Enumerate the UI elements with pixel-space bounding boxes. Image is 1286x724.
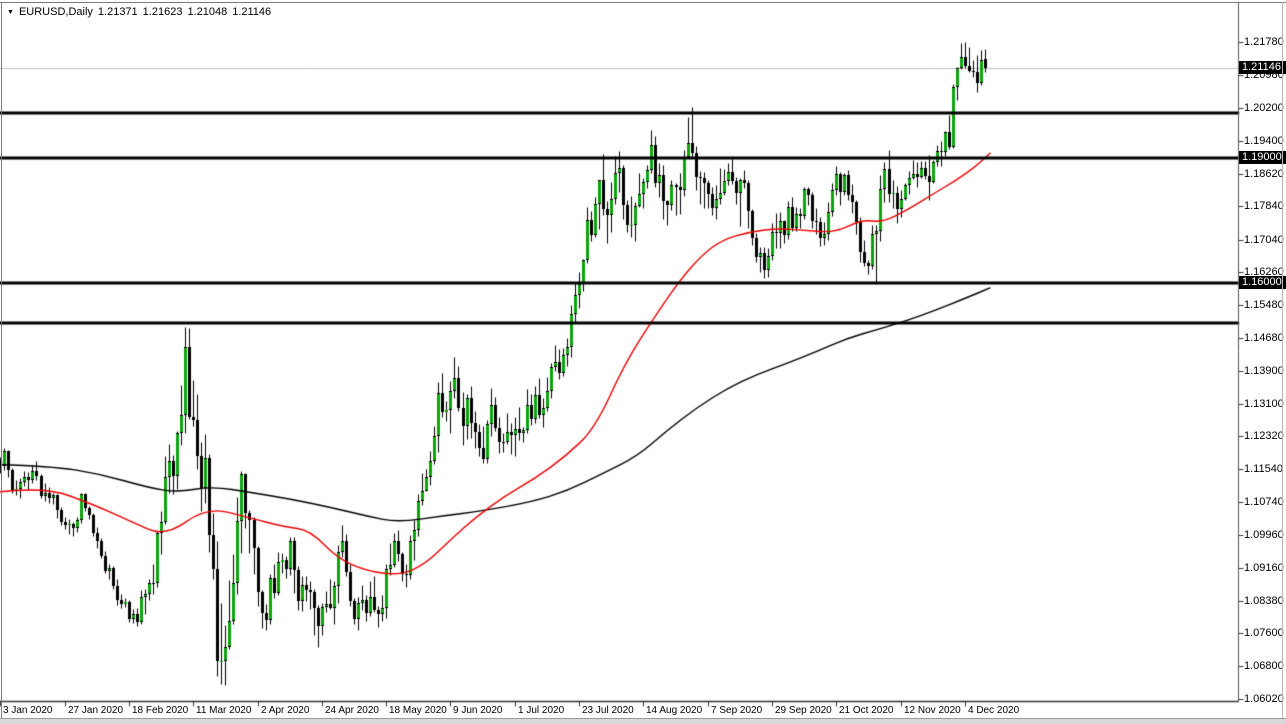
time-axis-label: 2 Apr 2020	[261, 705, 310, 716]
price-axis-label: 1.18620	[1244, 168, 1284, 180]
price-axis-label: 1.08380	[1244, 595, 1284, 607]
time-axis-label: 4 Dec 2020	[968, 705, 1020, 716]
price-axis-label: 1.20200	[1244, 102, 1284, 114]
price-axis-label: 1.07600	[1244, 627, 1284, 639]
price-axis-label: 1.12320	[1244, 430, 1284, 442]
time-axis-label: 9 Jun 2020	[453, 705, 503, 716]
window-border-top	[0, 2, 1286, 3]
time-axis-label: 3 Jan 2020	[3, 705, 53, 716]
quote-high: 1.21623	[142, 6, 183, 18]
chart-header: ▼ EURUSD,Daily 1.21371 1.21623 1.21048 1.2114…	[7, 6, 276, 18]
price-axis-label: 1.13100	[1244, 398, 1284, 410]
symbol-period-label: EURUSD,Daily	[18, 6, 93, 18]
time-axis-label: 18 May 2020	[389, 705, 447, 716]
time-axis-label: 7 Sep 2020	[711, 705, 763, 716]
price-chart-canvas[interactable]	[0, 0, 1286, 724]
time-axis-label: 1 Jul 2020	[518, 705, 565, 716]
price-axis-label: 1.17840	[1244, 200, 1284, 212]
time-axis-label: 23 Jul 2020	[582, 705, 634, 716]
quote-low: 1.21048	[187, 6, 228, 18]
window-edge-strip	[0, 719, 1286, 724]
time-axis-label: 14 Aug 2020	[646, 705, 703, 716]
time-axis-label: 29 Sep 2020	[775, 705, 832, 716]
bid-price-tag: 1.21146	[1239, 61, 1286, 74]
price-axis-label: 1.09960	[1244, 529, 1284, 541]
price-axis-label: 1.09160	[1244, 562, 1284, 574]
window-border-left	[1, 2, 2, 719]
window-border-right	[1282, 2, 1283, 719]
time-axis-label: 21 Oct 2020	[839, 705, 894, 716]
dropdown-arrow-icon[interactable]: ▼	[7, 9, 14, 16]
price-axis-label: 1.15480	[1244, 299, 1284, 311]
chart-window: ▼ EURUSD,Daily 1.21371 1.21623 1.21048 1.2114…	[0, 0, 1286, 724]
level-price-tag: 1.19000	[1239, 151, 1286, 164]
price-axis-label: 1.19400	[1244, 135, 1284, 147]
quote-close: 1.21146	[232, 6, 272, 18]
price-axis-label: 1.11540	[1244, 463, 1283, 475]
time-axis-label: 24 Apr 2020	[325, 705, 379, 716]
price-axis-label: 1.17040	[1244, 234, 1284, 246]
price-axis-label: 1.06800	[1244, 660, 1284, 672]
time-axis-label: 11 Mar 2020	[196, 705, 252, 716]
time-axis-label: 12 Nov 2020	[904, 705, 961, 716]
price-axis-label: 1.10740	[1244, 496, 1284, 508]
level-price-tag: 1.16000	[1239, 276, 1286, 289]
time-axis-label: 18 Feb 2020	[132, 705, 189, 716]
price-axis-label: 1.06020	[1244, 693, 1284, 705]
quote-open: 1.21371	[97, 6, 138, 18]
price-axis-label: 1.14680	[1244, 332, 1284, 344]
price-axis-label: 1.13900	[1244, 365, 1284, 377]
price-axis-label: 1.21780	[1244, 36, 1284, 48]
time-axis-label: 27 Jan 2020	[68, 705, 124, 716]
